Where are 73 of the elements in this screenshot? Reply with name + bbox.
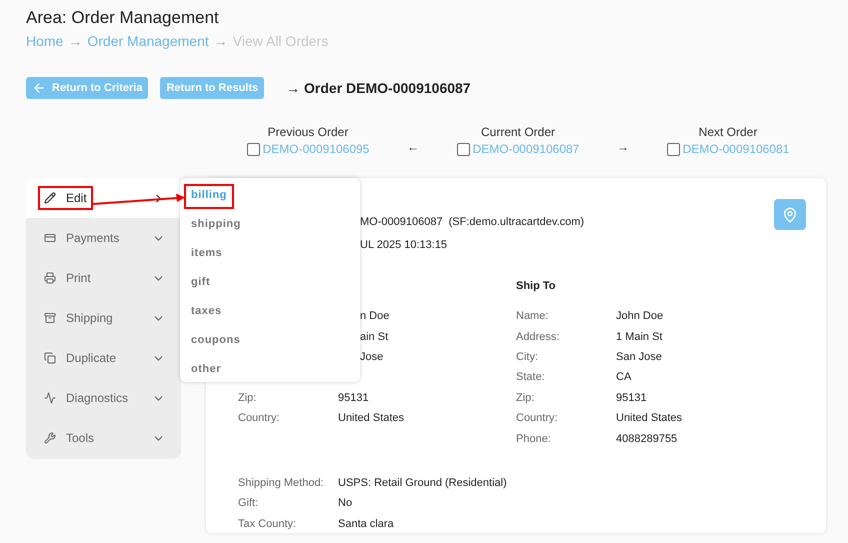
order-checkbox[interactable] <box>456 142 470 156</box>
copy-icon <box>44 352 56 364</box>
order-nav-label: Current Order <box>480 125 556 139</box>
pencil-icon <box>44 192 56 204</box>
menu-item[interactable]: taxes <box>184 300 229 325</box>
field-value: 95131 <box>616 392 647 404</box>
field-label: Country: <box>238 412 281 424</box>
order-nav-label: Next Order <box>698 125 758 139</box>
order-nav-label: Previous Order <box>268 125 348 139</box>
sidebar-label: Duplicate <box>66 351 116 365</box>
menu-item[interactable]: billing <box>184 184 234 209</box>
field-value: 95131 <box>338 392 369 404</box>
map-pin-icon <box>782 206 798 222</box>
nav-arrow: ← <box>406 140 420 154</box>
sidebar-label: Diagnostics <box>66 391 128 405</box>
sidebar-item[interactable]: Shipping <box>26 298 181 338</box>
order-heading: → Order DEMO-0009106087 <box>286 80 471 96</box>
field-label: Zip: <box>516 392 536 404</box>
sidebar-label: Payments <box>66 231 120 245</box>
field-value: MO-0009106087 <box>359 216 443 228</box>
field-value: Jose <box>359 350 384 363</box>
field-value: United States <box>338 412 404 424</box>
order-checkbox[interactable] <box>246 142 260 156</box>
field-value: 1 Main St <box>616 330 662 343</box>
field-label: Gift: <box>238 497 260 510</box>
field-value: Santa clara <box>338 518 394 530</box>
sidebar-item[interactable]: Print <box>26 258 181 298</box>
breadcrumb-separator: → <box>214 33 228 49</box>
field-label: Tax County: <box>238 518 298 530</box>
sidebar-item[interactable]: Tools <box>26 418 181 458</box>
store-note: (SF:demo.ultracartdev.com) <box>448 216 584 228</box>
card-icon <box>44 232 56 244</box>
field-value: John Doe <box>616 310 664 322</box>
field-label: State: <box>516 371 546 384</box>
field-value: USPS: Retail Ground (Residential) <box>338 476 507 489</box>
field-label: Phone: <box>516 432 552 445</box>
page-title: Area: Order Management <box>26 8 220 29</box>
field-label: Country: <box>516 412 559 424</box>
field-value: n Doe <box>359 310 390 322</box>
field-label: Shipping Method: <box>238 476 325 489</box>
field-label: Name: <box>516 310 550 322</box>
field-label: Address: <box>516 330 560 343</box>
field-value: 4088289755 <box>616 432 678 445</box>
field-label: City: <box>516 350 539 363</box>
archive-icon <box>44 312 56 324</box>
wrench-icon <box>44 432 56 444</box>
sidebar-label: Print <box>66 271 91 285</box>
menu-item[interactable]: shipping <box>184 213 248 238</box>
sidebar-label: Shipping <box>66 311 113 325</box>
menu-item[interactable]: coupons <box>184 329 248 354</box>
nav-arrow: → <box>616 140 630 154</box>
field-value: San Jose <box>616 350 662 363</box>
field-label: Zip: <box>238 392 258 404</box>
menu-item[interactable]: items <box>184 242 230 267</box>
sidebar-label: Tools <box>66 431 94 445</box>
menu-item[interactable]: other <box>184 358 228 383</box>
field-value: UL 2025 10:13:15 <box>359 238 448 250</box>
order-checkbox[interactable] <box>666 142 680 156</box>
sidebar-item[interactable]: Edit <box>26 178 181 218</box>
field-value: CA <box>616 371 632 384</box>
sidebar-label: Edit <box>66 191 87 205</box>
field-value: No <box>338 497 352 510</box>
section-title: Ship To <box>516 280 557 294</box>
sidebar-item[interactable]: Diagnostics <box>26 378 181 418</box>
pulse-icon <box>44 392 56 404</box>
sidebar-item[interactable]: Duplicate <box>26 338 181 378</box>
menu-item[interactable]: gift <box>184 271 218 296</box>
breadcrumb-separator: → <box>68 33 82 49</box>
field-value: ain St <box>359 330 388 343</box>
field-value: United States <box>616 412 682 424</box>
arrow-left-icon <box>32 81 46 95</box>
printer-icon <box>44 272 56 284</box>
sidebar-item[interactable]: Payments <box>26 218 181 258</box>
